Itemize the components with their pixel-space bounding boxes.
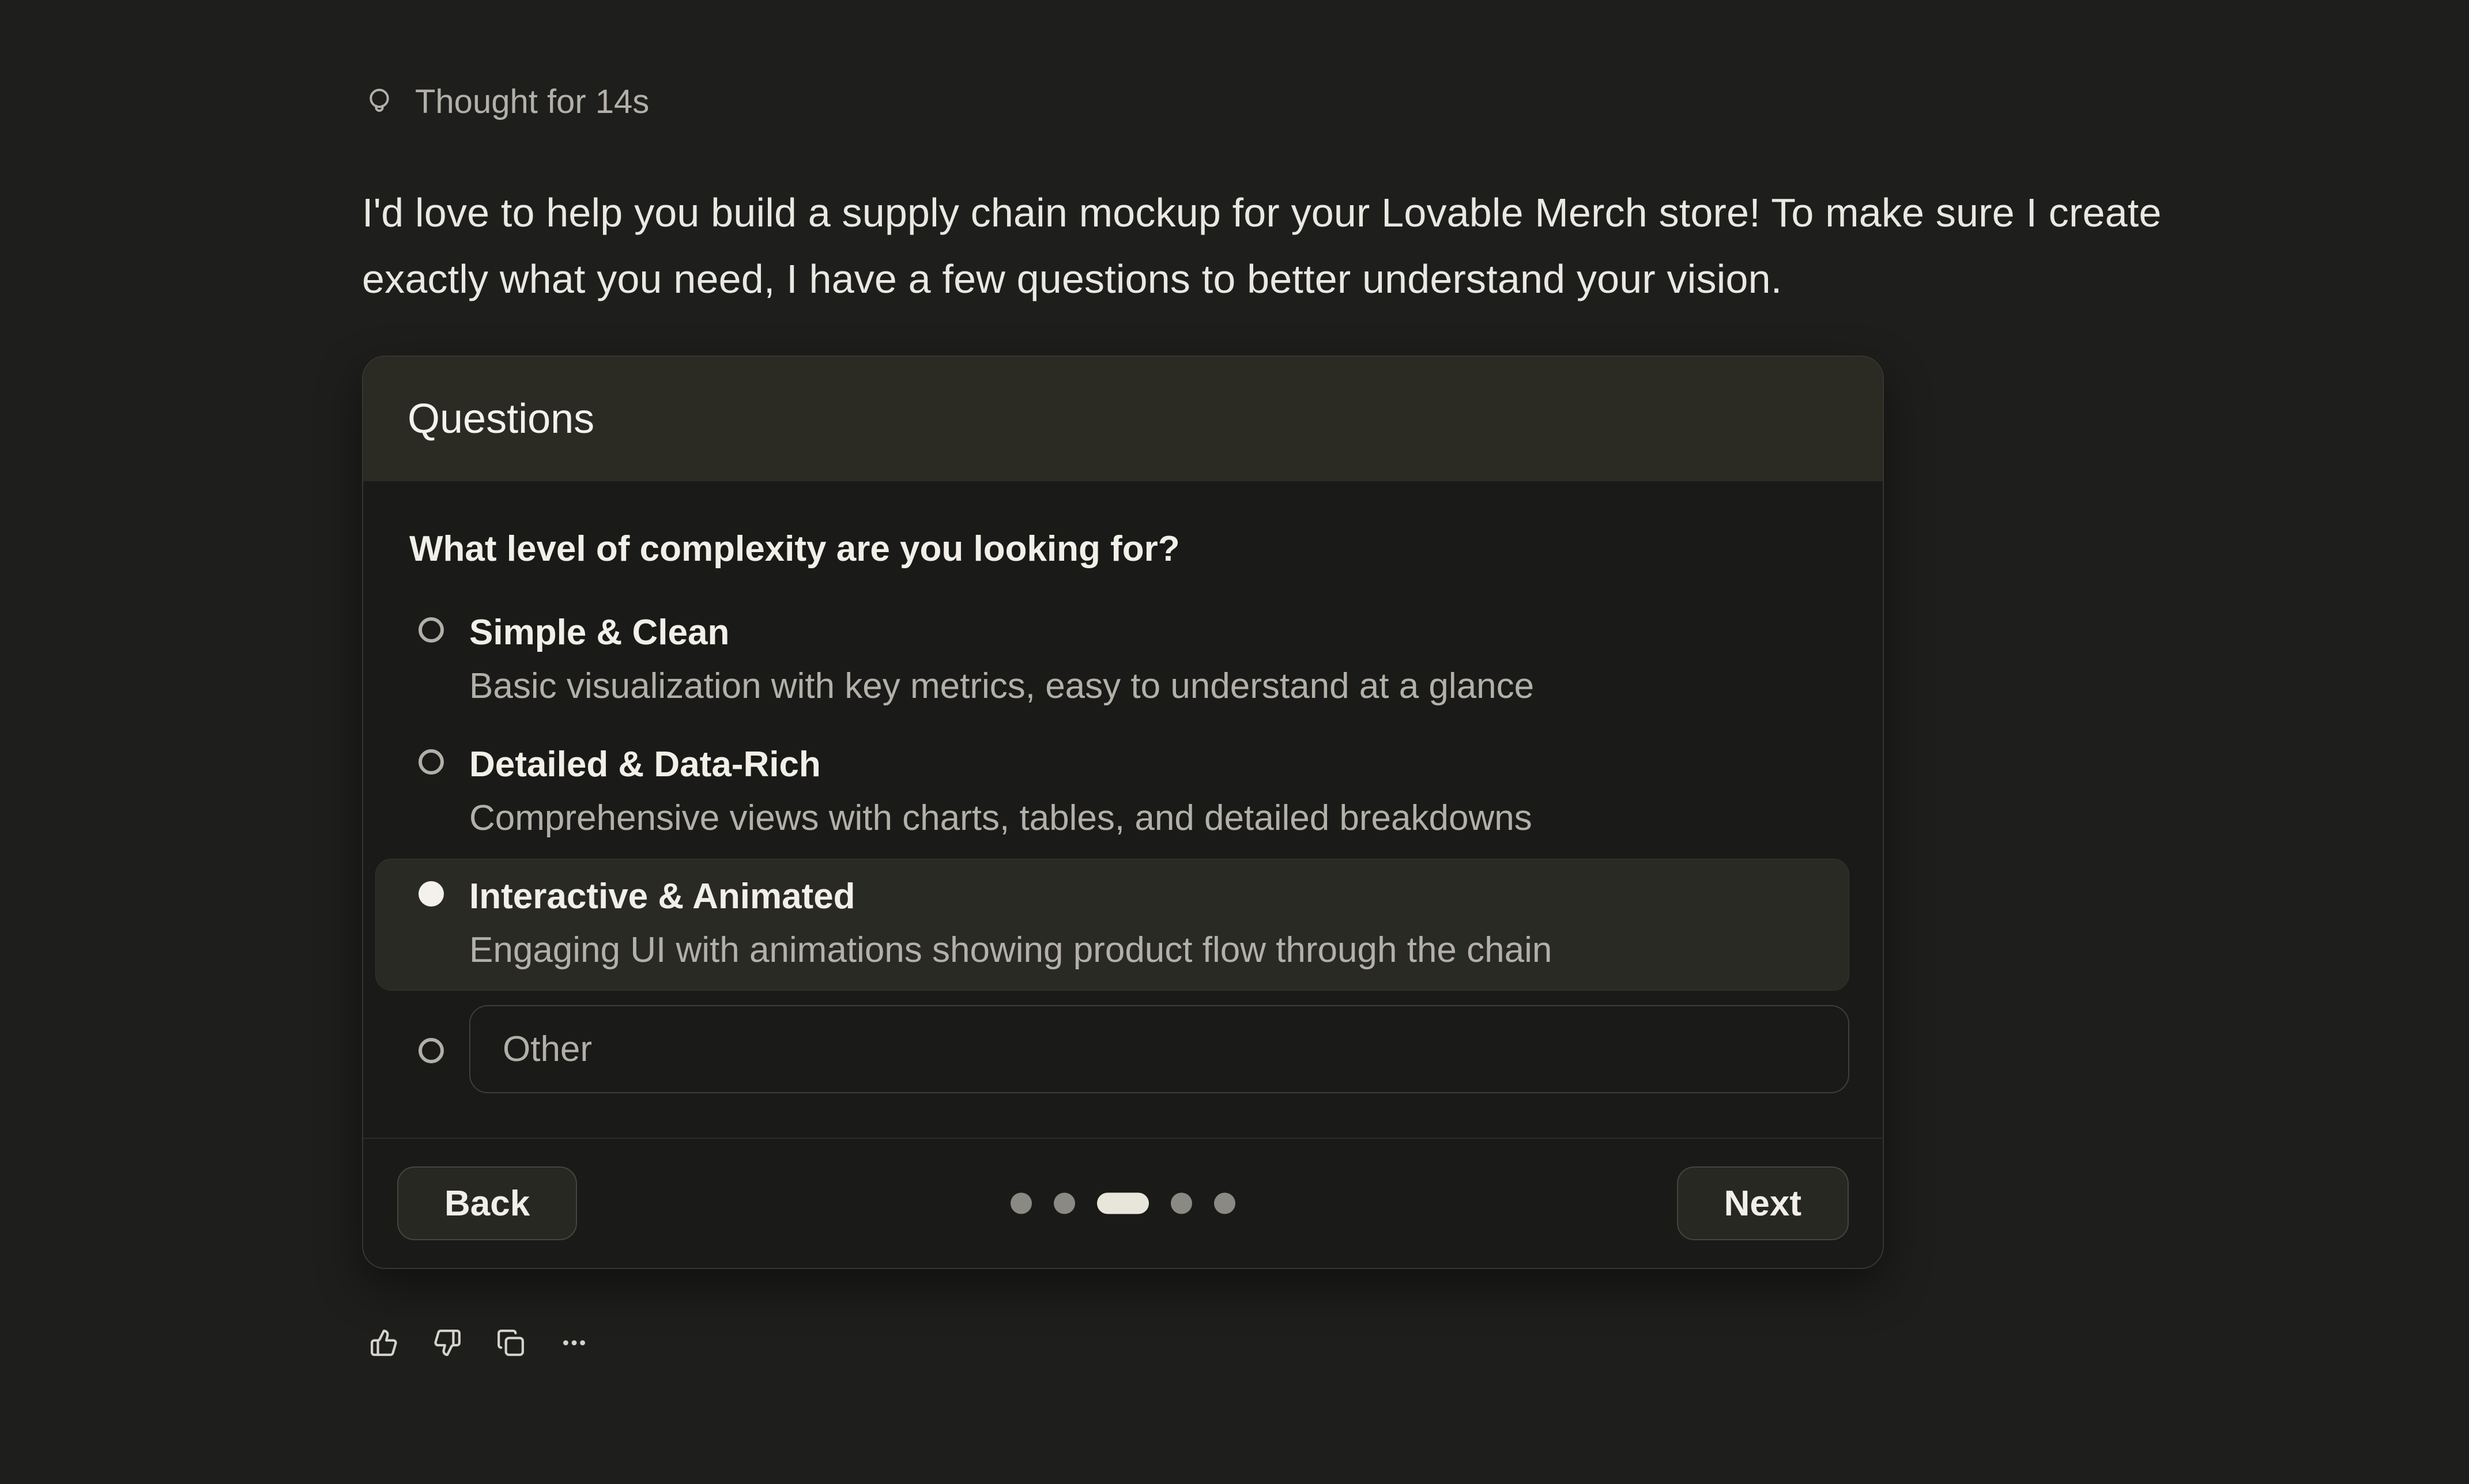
questions-card-header: Questions <box>363 357 1883 481</box>
step-dot-5 <box>1214 1193 1235 1214</box>
options-list: Simple & Clean Basic visualization with … <box>375 595 1849 1093</box>
card-title: Questions <box>408 395 594 443</box>
assistant-message-text: I'd love to help you build a supply chai… <box>362 180 2264 312</box>
option-label: Interactive & Animated <box>469 879 1552 915</box>
step-dot-1 <box>1011 1193 1032 1214</box>
thumbs-down-icon[interactable] <box>433 1328 462 1357</box>
lightbulb-icon <box>363 86 395 118</box>
thumbs-up-icon[interactable] <box>370 1328 398 1357</box>
option-row-other[interactable] <box>375 991 1849 1093</box>
other-option-input[interactable] <box>469 1005 1849 1093</box>
questions-card-body: What level of complexity are you looking… <box>363 481 1883 1138</box>
option-label: Simple & Clean <box>469 615 1534 651</box>
question-text: What level of complexity are you looking… <box>409 531 1837 567</box>
option-description: Basic visualization with key metrics, ea… <box>469 669 1534 704</box>
radio-icon[interactable] <box>419 1038 444 1063</box>
option-row-detailed-data-rich[interactable]: Detailed & Data-Rich Comprehensive views… <box>375 727 1849 859</box>
radio-icon[interactable] <box>419 749 444 775</box>
step-dot-4 <box>1171 1193 1192 1214</box>
copy-icon[interactable] <box>496 1328 525 1357</box>
option-description: Comprehensive views with charts, tables,… <box>469 800 1532 836</box>
radio-icon[interactable] <box>419 617 444 643</box>
radio-checked-icon[interactable] <box>419 881 444 907</box>
option-row-simple-clean[interactable]: Simple & Clean Basic visualization with … <box>375 595 1849 727</box>
thought-duration-label: Thought for 14s <box>415 85 649 119</box>
step-dot-3-active <box>1097 1193 1149 1214</box>
pagination-dots <box>1011 1193 1235 1214</box>
questions-card-footer: Back Next <box>363 1138 1883 1268</box>
step-dot-2 <box>1054 1193 1075 1214</box>
option-row-interactive-animated[interactable]: Interactive & Animated Engaging UI with … <box>375 859 1849 991</box>
questions-card: Questions What level of complexity are y… <box>362 356 1884 1269</box>
more-options-icon[interactable] <box>560 1328 589 1357</box>
thought-header[interactable]: Thought for 14s <box>363 85 649 119</box>
back-button[interactable]: Back <box>397 1166 577 1240</box>
option-description: Engaging UI with animations showing prod… <box>469 932 1552 968</box>
next-button[interactable]: Next <box>1677 1166 1849 1240</box>
message-actions-bar <box>370 1328 589 1357</box>
option-label: Detailed & Data-Rich <box>469 747 1532 783</box>
